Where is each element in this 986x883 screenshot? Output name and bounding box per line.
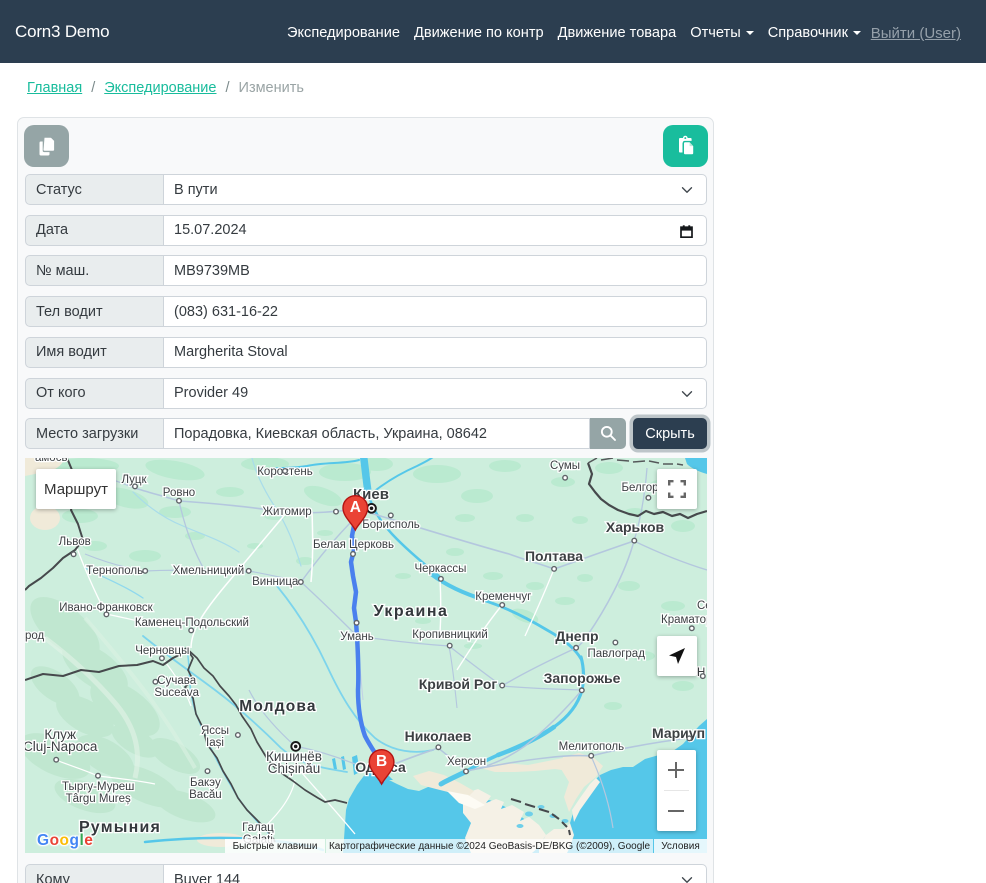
svg-text:Chișinău: Chișinău: [268, 761, 321, 776]
svg-text:Сумы: Сумы: [550, 460, 580, 472]
svg-text:Каменец-Подольский: Каменец-Подольский: [135, 617, 249, 629]
svg-text:Сучава: Сучава: [157, 675, 196, 687]
svg-text:Бакэу: Бакэу: [190, 777, 221, 789]
svg-text:Белая Церковь: Белая Церковь: [313, 539, 394, 551]
svg-text:Украина: Украина: [374, 603, 449, 620]
svg-text:Краматор: Краматор: [661, 614, 707, 626]
svg-text:Черновцы: Черновцы: [135, 645, 189, 657]
svg-text:Днепр: Днепр: [555, 628, 598, 644]
svg-text:Умань: Умань: [340, 631, 373, 643]
svg-text:Павлоград: Павлоград: [587, 648, 645, 660]
svg-text:Николаев: Николаев: [405, 728, 472, 744]
svg-text:Мариуп: Мариуп: [652, 725, 705, 741]
svg-text:Галац: Галац: [242, 822, 274, 834]
svg-text:Полтава: Полтава: [525, 548, 583, 564]
svg-text:Тыргу-Муреш: Тыргу-Муреш: [62, 781, 134, 793]
svg-text:Мелитополь: Мелитополь: [559, 741, 624, 753]
svg-text:род: род: [25, 630, 45, 642]
svg-text:Молдова: Молдова: [239, 698, 317, 715]
svg-text:Кривой Рог: Кривой Рог: [419, 676, 498, 692]
svg-text:Кременчуг: Кременчуг: [475, 591, 531, 603]
svg-text:Житомир: Житомир: [262, 506, 311, 518]
svg-text:Ровно: Ровно: [163, 487, 195, 499]
svg-text:Харьков: Харьков: [606, 519, 665, 535]
svg-text:Яссы: Яссы: [201, 725, 229, 737]
svg-text:Борисполь: Борисполь: [362, 519, 420, 531]
svg-text:A: A: [350, 499, 361, 516]
svg-text:Suceava: Suceava: [154, 687, 199, 699]
svg-text:Хмельницкий: Хмельницкий: [173, 565, 245, 577]
svg-text:Кропивницкий: Кропивницкий: [412, 629, 488, 641]
svg-text:Львов: Львов: [59, 536, 91, 548]
svg-text:B: B: [376, 753, 387, 770]
svg-text:Cluj-Napoca: Cluj-Napoca: [25, 739, 98, 754]
svg-text:Се: Се: [697, 600, 707, 612]
svg-text:Iași: Iași: [206, 737, 224, 749]
svg-text:Тернополь: Тернополь: [86, 565, 143, 577]
svg-text:Târgu Mureș: Târgu Mureș: [66, 793, 131, 805]
svg-text:Херсон: Херсон: [447, 756, 486, 768]
svg-text:Винница: Винница: [252, 576, 299, 588]
svg-text:Запорожье: Запорожье: [544, 670, 621, 686]
svg-text:Белгор: Белгор: [621, 482, 658, 494]
svg-text:амось: амось: [35, 458, 67, 464]
svg-text:Bacău: Bacău: [189, 789, 222, 801]
svg-text:Черкассы: Черкассы: [414, 563, 466, 575]
